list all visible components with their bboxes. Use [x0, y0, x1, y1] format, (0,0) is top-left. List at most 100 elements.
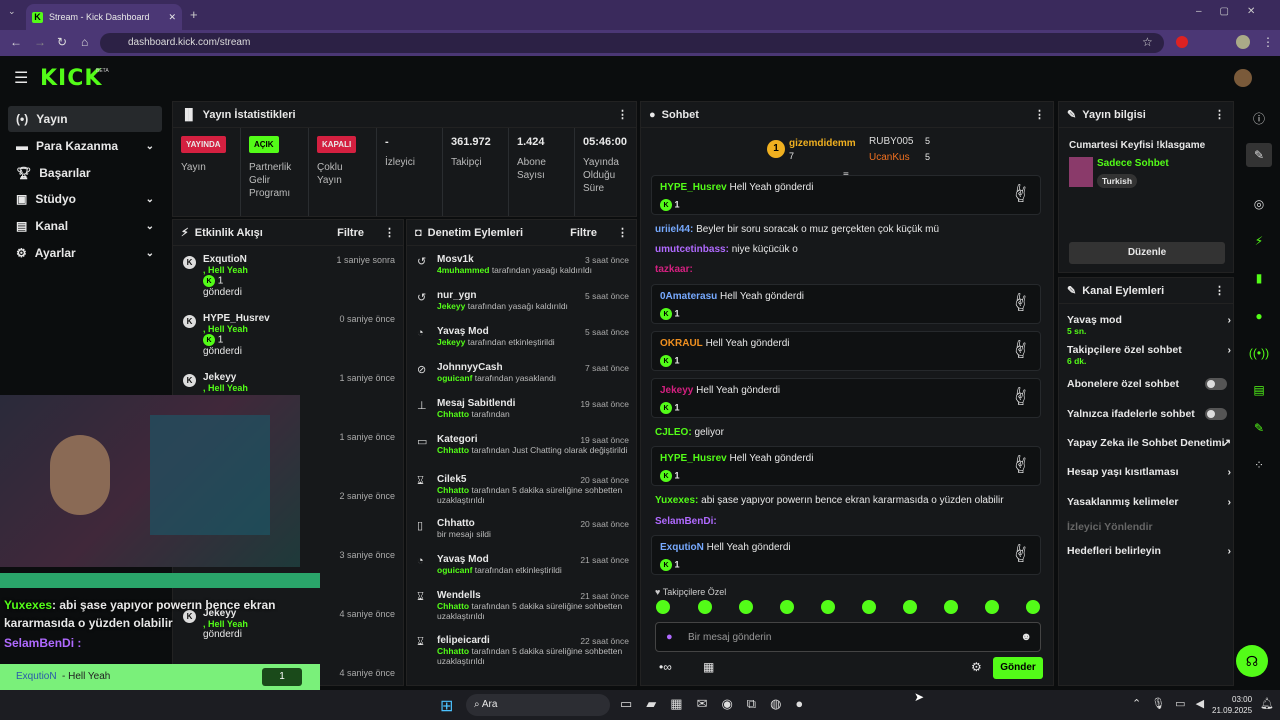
- emote-icon[interactable]: [944, 600, 958, 614]
- mod-item: ⊥ Mesaj Sabitlendi Chhatto tarafından 19 sa…: [417, 398, 629, 419]
- hamburger-menu-icon[interactable]: ☰: [14, 68, 28, 88]
- leader-second[interactable]: RUBY005: [869, 136, 913, 147]
- notification-icon[interactable]: 🔔︎: [1260, 697, 1274, 710]
- user-avatar[interactable]: [1234, 69, 1252, 87]
- slow-mode-row[interactable]: Yavaş mod 5 sn. ›: [1067, 314, 1231, 336]
- bolt-icon[interactable]: ⚡︎: [1246, 229, 1272, 253]
- host-row: İzleyici Yönlendir: [1067, 521, 1153, 533]
- ai-moderation-row[interactable]: Yapay Zeka ile Sohbet Denetimi ↗: [1067, 437, 1231, 449]
- chevron-down-icon: ⌄: [145, 140, 154, 152]
- chat-input[interactable]: ● Bir mesaj gönderin ☻: [655, 622, 1041, 652]
- sidebar-item-studyo[interactable]: ▣ Stüdyo ⌄: [8, 186, 162, 212]
- followers-only-row[interactable]: Takipçilere özel sohbet 6 dk. ›: [1067, 344, 1231, 366]
- streamer-face: [50, 435, 110, 515]
- stat-live: YAYINDA Yayın: [173, 128, 241, 216]
- tray-icons[interactable]: ⌃🎙︎▭◀︎: [1132, 697, 1214, 710]
- rock-hand-icon: 🤘︎: [1015, 183, 1026, 205]
- home-icon[interactable]: ⌂: [81, 35, 88, 49]
- support-icon[interactable]: ☊: [1236, 645, 1268, 677]
- chevron-right-icon: ›: [1227, 496, 1232, 508]
- mic-icon[interactable]: ●: [666, 631, 673, 643]
- info-header: ✎ Yayın bilgisi ⋮: [1059, 102, 1233, 128]
- mod-item: ⌛︎ Wendells Chhatto tarafından 5 dakika sü…: [417, 590, 629, 621]
- chat-settings-icons[interactable]: •∞: [659, 660, 672, 674]
- emote-icon[interactable]: [985, 600, 999, 614]
- more-icon[interactable]: ⋮: [1034, 108, 1045, 121]
- profile-avatar[interactable]: [1236, 35, 1250, 49]
- send-button[interactable]: Gönder: [993, 657, 1043, 679]
- account-age-row[interactable]: Hesap yaşı kısıtlaması ›: [1067, 466, 1231, 478]
- sidebar-item-ayarlar[interactable]: ⚙ Ayarlar ⌄: [8, 240, 162, 266]
- moderation-filter-button[interactable]: Filtre: [570, 227, 597, 239]
- sidebar-item-yayin[interactable]: (•) Yayın: [8, 106, 162, 132]
- more-icon[interactable]: ⋮: [384, 226, 395, 239]
- leader-third[interactable]: UcanKus: [869, 152, 910, 163]
- emote-icon[interactable]: [780, 600, 794, 614]
- chat-icon[interactable]: ●: [1246, 304, 1272, 328]
- broadcast-icon[interactable]: ((•)): [1246, 341, 1272, 365]
- slow-mode-icon: ◔: [417, 555, 424, 567]
- windows-start-icon[interactable]: ⊞: [440, 696, 453, 716]
- leader-first[interactable]: gizemdidemm: [789, 138, 856, 149]
- emote-icon[interactable]: [698, 600, 712, 614]
- browser-tab[interactable]: K Stream - Kick Dashboard ✕: [26, 4, 182, 30]
- reload-icon[interactable]: ↻: [57, 35, 67, 49]
- stats-header: ▐▌ Yayın İstatistikleri ⋮: [173, 102, 636, 128]
- camera-icon[interactable]: ◎: [1246, 192, 1272, 216]
- webcam-overlay: [0, 395, 300, 567]
- taskbar-apps[interactable]: ▭▰▦✉◉⧉◍●: [620, 696, 817, 712]
- gear-icon[interactable]: ⚙: [971, 660, 982, 674]
- clock[interactable]: 03:00 21.09.2025: [1212, 694, 1252, 716]
- emote-icon[interactable]: [739, 600, 753, 614]
- sidebar-item-kanal[interactable]: ▤ Kanal ⌄: [8, 213, 162, 239]
- subs-only-toggle[interactable]: [1205, 378, 1227, 390]
- emoji-icon[interactable]: ☻: [1020, 631, 1032, 643]
- emote-icon[interactable]: [1026, 600, 1040, 614]
- bookmark-star-icon[interactable]: ☆: [1142, 35, 1153, 49]
- emote-only-row: Yalnızca ifadelerle sohbet: [1067, 408, 1195, 420]
- rock-hand-icon: 🤘︎: [1015, 339, 1026, 361]
- overlay-alert: ExqutioN - Hell Yeah 1: [0, 664, 320, 690]
- info-icon[interactable]: ⓘ: [1246, 106, 1272, 130]
- mod-item: ◔ Yavaş Mod Jekeyy tarafından etkinleştiri…: [417, 326, 629, 347]
- kick-logo[interactable]: KICK: [40, 66, 102, 91]
- store-icon[interactable]: ▦: [703, 660, 714, 674]
- emote-icon[interactable]: [656, 600, 670, 614]
- more-icon[interactable]: ⋮: [1214, 284, 1225, 297]
- more-icon[interactable]: ⋮: [617, 226, 628, 239]
- chat-bubble-icon: ●: [649, 108, 656, 121]
- category-name[interactable]: Sadece Sohbet: [1097, 158, 1169, 169]
- activity-filter-button[interactable]: Filtre: [337, 227, 364, 239]
- close-tab-icon[interactable]: ✕: [168, 12, 176, 23]
- apps-icon[interactable]: ⁘: [1246, 453, 1272, 477]
- tab-search-icon[interactable]: ⌄: [8, 6, 16, 17]
- forward-icon[interactable]: →: [34, 35, 46, 49]
- browser-menu-icon[interactable]: ⋮: [1262, 35, 1274, 49]
- unban-icon: ↺: [417, 256, 427, 268]
- edit-icon[interactable]: ✎: [1246, 143, 1272, 167]
- more-icon[interactable]: ⋮: [1214, 108, 1225, 121]
- emote-only-toggle[interactable]: [1205, 408, 1227, 420]
- emote-icon[interactable]: [862, 600, 876, 614]
- extension-icon[interactable]: [1176, 36, 1188, 48]
- sidebar-item-para-kazanma[interactable]: ▬ Para Kazanma ⌄: [8, 133, 162, 159]
- sidebar-item-basarilar[interactable]: 🏆︎ Başarılar: [8, 160, 162, 186]
- emote-icon[interactable]: [903, 600, 917, 614]
- stream-title: Cumartesi Keyfisi !klasgame: [1069, 140, 1206, 151]
- window-controls[interactable]: –▢✕: [1196, 6, 1273, 17]
- stats-icon[interactable]: ▮: [1246, 266, 1272, 290]
- rock-hand-icon: 🤘︎: [1015, 454, 1026, 476]
- chevron-right-icon: ›: [1227, 545, 1232, 557]
- edit-button[interactable]: Düzenle: [1069, 242, 1225, 264]
- more-icon[interactable]: ⋮: [617, 108, 628, 121]
- goals-row[interactable]: Hedefleri belirleyin ›: [1067, 545, 1231, 557]
- banned-words-row[interactable]: Yasaklanmış kelimeler ›: [1067, 496, 1231, 508]
- emote-icon[interactable]: [821, 600, 835, 614]
- moderation-panel: ◘ Denetim Eylemleri Filtre ⋮ ↺ Mosv1k 4muhamm…: [406, 219, 637, 686]
- taskbar-search[interactable]: ⌕ Ara: [466, 694, 610, 716]
- back-icon[interactable]: ←: [10, 35, 22, 49]
- wrench-icon[interactable]: ✎: [1246, 416, 1272, 440]
- layout-icon[interactable]: ▤: [1246, 378, 1272, 402]
- new-tab-icon[interactable]: +: [190, 7, 198, 22]
- url-field[interactable]: dashboard.kick.com/stream: [100, 33, 1164, 53]
